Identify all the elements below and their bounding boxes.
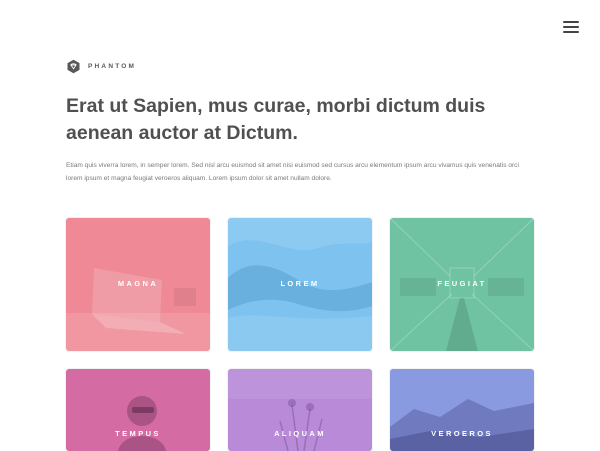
tile-label: MAGNA [117,279,159,288]
tile-label: VEROEROS [431,429,493,438]
hamburger-icon-bar [563,21,579,23]
tile-feugiat[interactable]: FEUGIAT [390,218,534,351]
tile-tempus[interactable]: TEMPUS [66,369,210,451]
tile-magna[interactable]: MAGNA [66,218,210,351]
tile-aliquam[interactable]: ALIQUAM [228,369,372,451]
brand-name: PHANTOM [88,63,137,70]
tile-label: ALIQUAM [274,429,326,438]
page-headline: Erat ut Sapien, mus curae, morbi dictum … [66,95,486,144]
intro-paragraph: Etiam quis viverra lorem, in semper lore… [66,162,519,182]
tile-lorem[interactable]: LOREM [228,218,372,351]
tile-veroeros[interactable]: VEROEROS [390,369,534,451]
portrait-photo [66,369,210,451]
mountain-photo [390,369,534,451]
tile-label: FEUGIAT [437,279,487,288]
tile-label: TEMPUS [115,429,161,438]
menu-button[interactable] [560,19,582,35]
brand-logo[interactable]: PHANTOM [66,59,136,74]
tile-label: LOREM [280,279,320,288]
hamburger-icon-bar [563,26,579,28]
plants-photo [228,369,372,451]
hexagon-gem-icon [67,59,80,74]
hamburger-icon-bar [563,31,579,33]
